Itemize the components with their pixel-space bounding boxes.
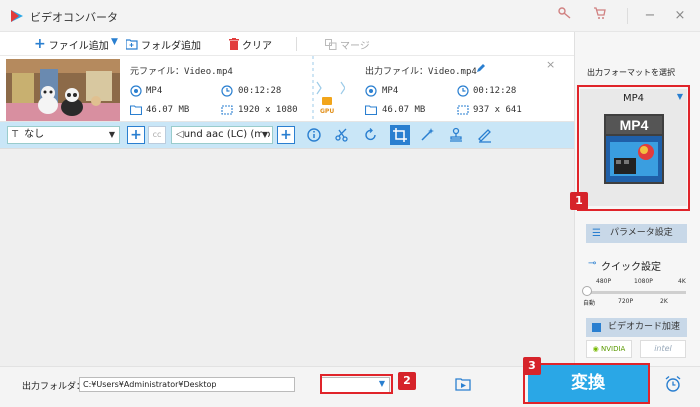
- minimize-icon[interactable]: −: [640, 6, 660, 26]
- source-file-label: 元ファイル：Video.mp4: [130, 67, 233, 77]
- format-icon: [130, 85, 142, 97]
- intel-badge[interactable]: intel: [640, 340, 686, 358]
- effects-wand-icon[interactable]: [418, 126, 436, 144]
- add-audio-button[interactable]: +: [277, 126, 295, 144]
- tick-1080p: 1080P: [634, 278, 653, 285]
- clock-icon: [221, 85, 233, 97]
- window-title: ビデオコンバータ: [30, 11, 118, 24]
- output-folder-label: 出力フォルダ：: [22, 382, 86, 392]
- folder-icon: [130, 105, 142, 116]
- tick-2k: 2K: [660, 298, 668, 305]
- quality-slider-handle[interactable]: [582, 286, 592, 296]
- clock-icon: [457, 85, 469, 97]
- main-toolbar: + ファイル追加 ▼ フォルダ追加 クリア マージ: [0, 32, 574, 56]
- merge-icon: [325, 38, 337, 50]
- quick-settings-label: クイック設定: [601, 262, 661, 273]
- gpu-accel-button[interactable]: ビデオカード加速: [586, 318, 687, 337]
- highlight-convert-button: [523, 363, 650, 404]
- resolution-icon: [457, 105, 469, 115]
- quick-settings-icon: ⊸: [588, 258, 597, 269]
- open-folder-icon[interactable]: [455, 377, 471, 391]
- output-file-label: 出力ファイル：Video.mp4: [365, 67, 477, 77]
- cart-icon[interactable]: [590, 6, 610, 26]
- step-badge-3: 3: [523, 357, 541, 375]
- source-duration: 00:12:28: [238, 86, 282, 96]
- rotate-icon[interactable]: [362, 126, 380, 144]
- output-format-title: 出力フォーマットを選択: [587, 68, 675, 77]
- crop-button[interactable]: [390, 125, 410, 145]
- video-thumbnail[interactable]: [6, 59, 120, 121]
- key-icon[interactable]: [555, 6, 575, 26]
- folder-icon: [365, 105, 377, 116]
- gpu-chip-icon: [322, 97, 332, 105]
- quality-slider[interactable]: [587, 291, 686, 294]
- tick-720p: 720P: [618, 298, 634, 305]
- highlight-output-dropdown: [320, 374, 393, 394]
- edit-name-icon[interactable]: [476, 63, 486, 73]
- info-icon[interactable]: [305, 126, 323, 144]
- remove-file-icon[interactable]: ×: [546, 58, 555, 71]
- nvidia-badge[interactable]: ◉ NVIDIA: [586, 340, 632, 358]
- watermark-stamp-icon[interactable]: [447, 126, 465, 144]
- output-format: MP4: [382, 86, 399, 96]
- cc-icon[interactable]: cc: [148, 126, 166, 144]
- title-bar: ビデオコンバータ − ×: [0, 0, 700, 32]
- subtitle-select[interactable]: T なし ▼: [7, 126, 120, 144]
- audio-track-select[interactable]: ◁und aac (LC) (mp ▼: [171, 126, 273, 144]
- tick-480p: 480P: [596, 278, 612, 285]
- clear-button[interactable]: クリア: [229, 36, 272, 52]
- output-duration: 00:12:28: [473, 86, 517, 96]
- app-logo-icon: [11, 10, 23, 22]
- output-resolution: 937 x 641: [473, 105, 522, 115]
- tick-auto: 自動: [583, 300, 596, 307]
- highlight-format-selector: [577, 85, 690, 211]
- trash-icon: [229, 38, 239, 50]
- output-folder-field[interactable]: C:¥Users¥Administrator¥Desktop: [79, 377, 295, 392]
- merge-button[interactable]: マージ: [325, 36, 370, 52]
- file-list-area[interactable]: [0, 148, 574, 366]
- format-icon: [365, 85, 377, 97]
- subtitle-edit-icon[interactable]: [476, 126, 494, 144]
- folder-plus-icon: [126, 38, 138, 50]
- edit-toolbar: T なし ▼ + cc ◁und aac (LC) (mp ▼ +: [0, 122, 574, 148]
- tick-4k: 4K: [678, 278, 686, 285]
- cut-icon[interactable]: [333, 126, 351, 144]
- nvidia-eye-icon: ◉: [592, 345, 599, 353]
- add-folder-button[interactable]: フォルダ追加: [126, 36, 201, 52]
- add-file-dropdown-icon[interactable]: ▼: [111, 37, 118, 47]
- alarm-clock-icon[interactable]: [664, 375, 682, 393]
- step-badge-2: 2: [398, 372, 416, 390]
- output-size: 46.07 MB: [382, 105, 426, 115]
- chip-icon: [592, 323, 601, 332]
- file-row[interactable]: 元ファイル：Video.mp4 MP4 00:12:28 46.07 MB 19…: [0, 56, 574, 122]
- source-format: MP4: [146, 86, 163, 96]
- source-size: 46.07 MB: [146, 105, 190, 115]
- sliders-icon: ☰: [592, 228, 601, 239]
- crop-icon: [393, 128, 407, 142]
- step-badge-1: 1: [570, 192, 588, 210]
- close-icon[interactable]: ×: [670, 6, 690, 26]
- add-file-button[interactable]: + ファイル追加: [34, 36, 109, 52]
- titlebar-divider: [627, 8, 628, 24]
- gpu-label: GPU: [320, 108, 335, 115]
- toolbar-divider: [296, 37, 297, 51]
- add-subtitle-button[interactable]: +: [127, 126, 145, 144]
- resolution-icon: [221, 105, 233, 115]
- plus-icon: +: [34, 36, 46, 52]
- source-resolution: 1920 x 1080: [238, 105, 298, 115]
- parameter-settings-button[interactable]: ☰ パラメータ設定: [586, 224, 687, 243]
